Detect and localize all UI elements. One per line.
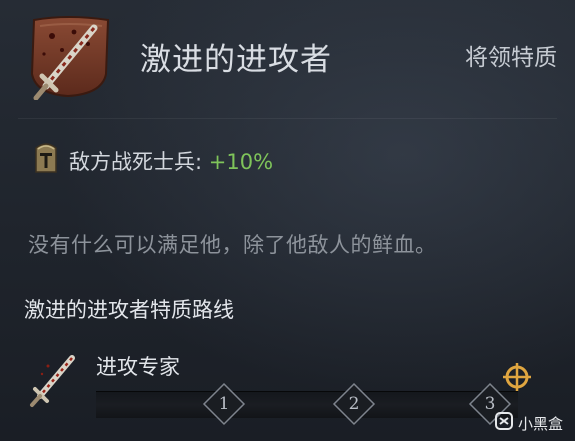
trait-progress-track [96, 391, 518, 418]
trait-title: 激进的进攻者 [140, 42, 332, 78]
trait-path-suffix: 特质路线 [150, 298, 234, 322]
level-marker-2[interactable]: 2 [331, 381, 377, 427]
watermark: 小黑盒 [494, 411, 563, 435]
trait-path-title: 激进的进攻者特质路线 [24, 294, 234, 324]
effect-line: 敌方战死士兵: +10% [69, 146, 273, 176]
bloody-sword-icon [28, 352, 80, 408]
effect-label: 敌方战死士兵: [69, 150, 209, 174]
helmet-icon [33, 140, 59, 176]
crosshair-icon [500, 360, 534, 394]
watermark-text: 小黑盒 [517, 414, 563, 433]
watermark-logo-icon [494, 411, 514, 435]
effect-value: +10% [208, 150, 274, 174]
trait-tooltip-panel: 激进的进攻者 将领特质 敌方战死士兵: +10% 没有什么可以满足他，除了他敌人… [0, 0, 575, 441]
trait-type-label: 将领特质 [465, 45, 557, 71]
level-number: 2 [348, 394, 360, 414]
trait-path-name: 激进的进攻者 [24, 298, 150, 322]
bloody-sword-shield-icon [22, 14, 114, 101]
level-number: 1 [218, 394, 230, 414]
flavor-text: 没有什么可以满足他，除了他敌人的鲜血。 [28, 233, 437, 257]
level-marker-1[interactable]: 1 [201, 381, 247, 427]
header-divider [18, 118, 557, 119]
path-level-name: 进攻专家 [96, 355, 180, 379]
